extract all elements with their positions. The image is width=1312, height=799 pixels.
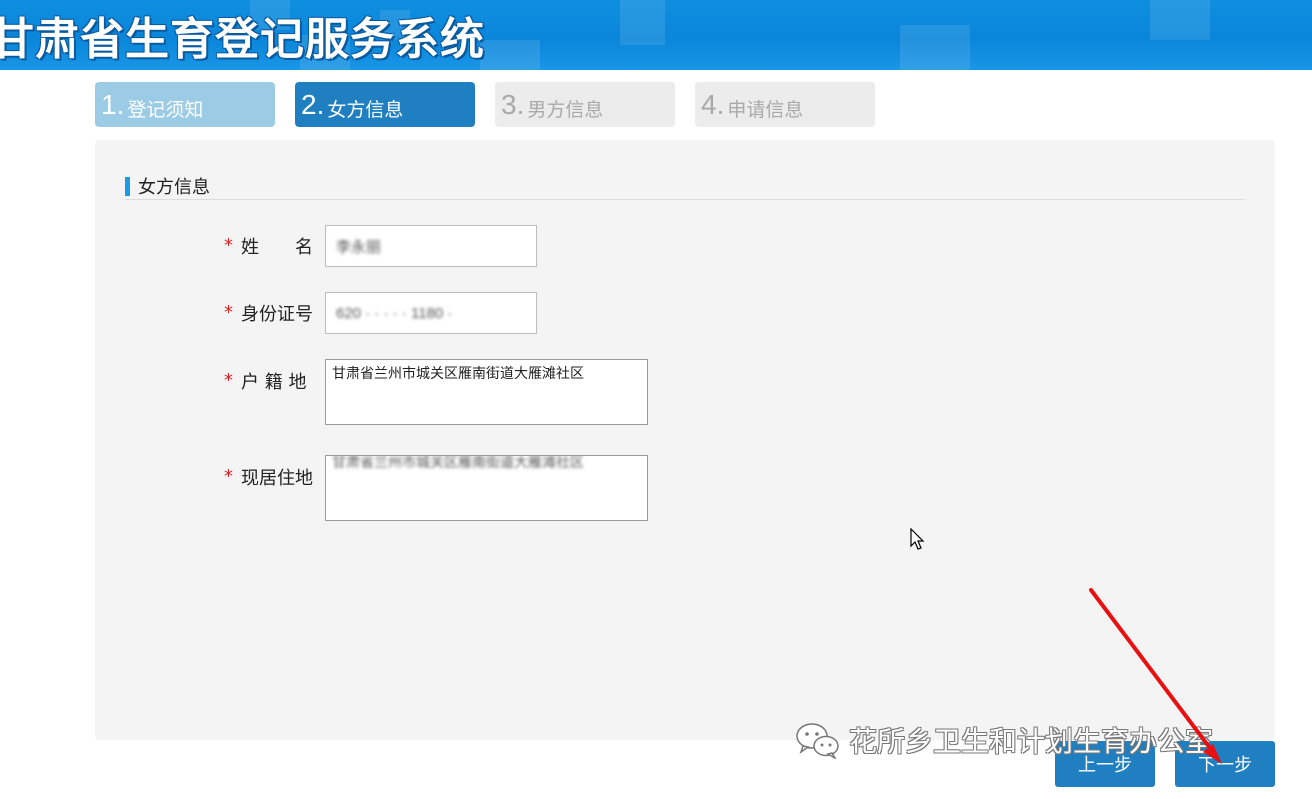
id-number-label: 身份证号 xyxy=(241,304,313,325)
banner-decoration xyxy=(480,40,540,70)
step-indicator: 1. 登记须知 2. 女方信息 3. 男方信息 4. 申请信息 xyxy=(95,82,895,127)
step-label: 申请信息 xyxy=(727,99,804,121)
step-label: 女方信息 xyxy=(327,99,404,121)
household-registration-textarea[interactable]: 甘肃省兰州市城关区雁南街道大雁滩社区 xyxy=(325,359,648,425)
section-divider xyxy=(125,199,1245,200)
section-title: 女方信息 xyxy=(138,177,210,198)
step-number: 1. xyxy=(101,88,125,120)
step-4[interactable]: 4. 申请信息 xyxy=(695,82,875,127)
watermark-text: 花所乡卫生和计划生育办公室 xyxy=(849,725,1214,758)
system-title: 甘肃省生育登记服务系统 xyxy=(0,14,485,65)
current-residence-label: 现居住地 xyxy=(241,468,313,489)
required-mark: * xyxy=(224,302,233,323)
wechat-icon xyxy=(796,723,839,759)
form-panel: 女方信息 * 姓 名 李永丽 * 身份证号 620 · · · · · 1180… xyxy=(95,140,1275,740)
step-number: 2. xyxy=(301,88,325,120)
id-number-value: 620 · · · · · 1180 · xyxy=(336,304,453,322)
section-header: 女方信息 xyxy=(125,173,210,199)
name-input[interactable]: 李永丽 xyxy=(325,225,537,267)
id-number-input[interactable]: 620 · · · · · 1180 · xyxy=(325,292,537,334)
step-number: 4. xyxy=(701,88,725,120)
name-label: 姓 名 xyxy=(241,237,313,258)
section-accent-bar xyxy=(125,176,130,196)
banner-decoration xyxy=(620,0,665,45)
header-banner: 甘肃省生育登记服务系统 xyxy=(0,0,1312,70)
step-1[interactable]: 1. 登记须知 xyxy=(95,82,275,127)
mouse-cursor-icon xyxy=(910,528,925,550)
banner-decoration xyxy=(900,25,970,70)
required-mark: * xyxy=(224,370,233,391)
step-number: 3. xyxy=(501,88,525,120)
watermark: 花所乡卫生和计划生育办公室 xyxy=(795,720,1213,760)
household-registration-value: 甘肃省兰州市城关区雁南街道大雁滩社区 xyxy=(332,366,584,382)
current-residence-value: 甘肃省兰州市城关区雁南街道大雁滩社区 xyxy=(332,455,584,471)
step-3[interactable]: 3. 男方信息 xyxy=(495,82,675,127)
step-label: 男方信息 xyxy=(527,99,604,121)
step-2[interactable]: 2. 女方信息 xyxy=(295,82,475,127)
step-label: 登记须知 xyxy=(127,99,204,121)
required-mark: * xyxy=(224,235,233,256)
household-registration-label: 户 籍 地 xyxy=(241,372,307,393)
current-residence-textarea[interactable]: 甘肃省兰州市城关区雁南街道大雁滩社区 xyxy=(325,455,648,521)
name-value: 李永丽 xyxy=(336,238,382,256)
banner-decoration xyxy=(1150,0,1210,40)
required-mark: * xyxy=(224,466,233,487)
